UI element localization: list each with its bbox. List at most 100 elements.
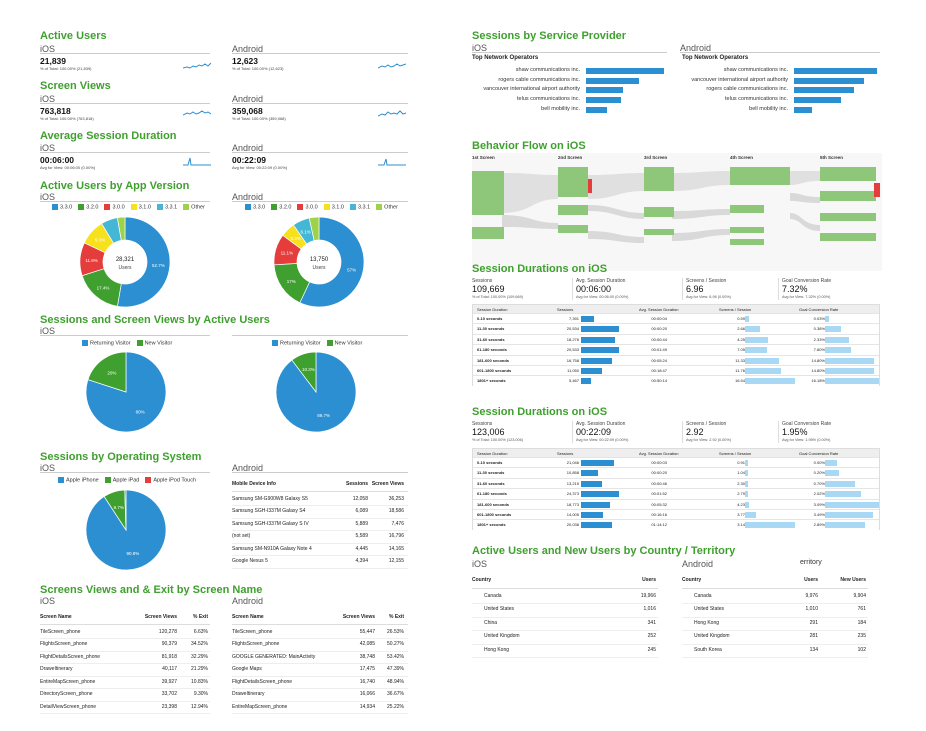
table-row: 1801+ seconds 20,038 01:14:12 3.14 2.89% <box>473 519 879 530</box>
duration-bar <box>745 470 748 477</box>
table-cell: FlightsScreen_phone <box>40 641 88 647</box>
slice-label: 17% <box>287 279 296 284</box>
table-cell: 2.02% <box>813 491 825 497</box>
legend-item: Apple iPod Touch <box>145 477 196 483</box>
table-header-cell: New Users <box>840 577 866 583</box>
table-cell: 10,858 <box>566 470 579 476</box>
legend-label: Apple iPhone <box>66 477 99 484</box>
duration-bar <box>745 357 779 364</box>
app-version-ios-legend: 3.3.0 3.2.0 3.0.0 3.1.0 3.3.1 Other <box>52 204 205 210</box>
table-row: 61-180 seconds 20,533 00:01:49 7.05 7.80% <box>473 344 879 355</box>
legend-label: New Visitor <box>334 340 363 347</box>
legend-item: New Visitor <box>326 340 363 347</box>
visitors-android-pie: 89.7% 10.3% <box>275 351 357 433</box>
table-row: 0-10 seconds 21,046 00:00:03 0.91 0.00% <box>473 457 879 468</box>
table-cell: 6.63% <box>193 628 208 635</box>
provider-label: telus communications inc. <box>725 96 788 103</box>
slice-label: 11.1% <box>281 251 293 256</box>
provider-label: rogers cable communications inc. <box>706 86 788 93</box>
table-row: Samsung SGH-I337M Galaxy S4 6,089 18,586 <box>232 506 408 519</box>
table-row: 31-60 seconds 18,276 00:00:44 4.25 2.33% <box>473 333 879 345</box>
table-cell: 20,534 <box>566 326 579 332</box>
table-cell: DirectoryScreen_phone <box>40 691 93 697</box>
table-cell: 36.67% <box>387 691 404 697</box>
table-row: Samsung SM-N910A Galaxy Note 4 4,445 14,16… <box>232 544 408 556</box>
table-header-cell: Screen Name <box>232 614 264 620</box>
duration-bar <box>825 357 875 364</box>
table-cell: 50.27% <box>387 641 404 647</box>
table-cell: 7,391 <box>568 316 579 321</box>
table-cell: 13,215 <box>566 480 579 486</box>
duration-bar <box>581 480 602 487</box>
kpi-note: % of Total: 100.00% (123,006) <box>472 438 524 442</box>
app-version-ios-donut: 52.7% 17.4% 11.9% 9.3% 28,321 Users <box>79 216 171 308</box>
slice-label: 5.3% <box>291 236 301 241</box>
screens-ios-table: Screen Name Screen Views % Exit TileScreen_… <box>40 612 210 714</box>
table-cell: 53.42% <box>387 653 404 660</box>
kpi-value: 1.95% <box>782 427 808 437</box>
table-cell: 00:00:04 <box>651 316 667 321</box>
table-cell: Google Nexus 5 <box>232 558 268 564</box>
table-cell: EntireMapScreen_phone <box>232 703 288 710</box>
table-cell: 1.04 <box>737 470 745 476</box>
avg-session-android-sparkline <box>378 158 406 166</box>
legend-label: Apple iPad <box>112 477 140 484</box>
duration-bar <box>825 326 842 333</box>
legend-item: 3.0.0 <box>297 204 318 210</box>
donut-center-value: 28,321 <box>116 257 135 263</box>
table-cell: 184 <box>857 619 866 626</box>
table-cell: 9.30% <box>193 691 208 697</box>
legend-swatch <box>272 340 278 346</box>
table-row: DraweItinerary 16,066 36.67% <box>232 689 408 702</box>
slice-label: 11.9% <box>85 258 97 263</box>
table-cell: 1,016 <box>643 606 656 612</box>
kpi-note: % of Total: 100.00% (109,669) <box>472 295 524 299</box>
app-version-title: Active Users by App Version <box>40 180 190 192</box>
table-cell: 24,373 <box>566 491 579 497</box>
os-title: Sessions by Operating System <box>40 451 202 463</box>
table-cell: DraweItinerary <box>232 691 265 697</box>
legend-item: 3.3.1 <box>349 204 371 211</box>
table-cell: 3.49% <box>813 511 825 517</box>
legend-item: Other <box>183 204 205 210</box>
table-cell: 2.79 <box>737 491 745 497</box>
duration-bar <box>581 460 614 466</box>
table-header: Session Duration Sessions Avg. Session Dur… <box>473 305 879 313</box>
table-header-cell: Sessions <box>557 451 574 456</box>
slice-label: 57% <box>347 267 356 272</box>
duration-bar <box>825 367 875 374</box>
visitors-title: Sessions and Screen Views by Active User… <box>40 314 270 326</box>
legend-swatch <box>376 204 383 210</box>
table-cell: 21.29% <box>191 666 208 672</box>
table-header-cell: Country <box>682 577 702 583</box>
avg-session-ios-value: 00:06:00 <box>40 155 75 165</box>
table-header: Country Users <box>472 575 658 589</box>
behavior-flow-diagram: 1st Screen 2nd Screen 3rd Screen 4th Screen… <box>472 153 882 271</box>
table-cell: 55,447 <box>359 628 375 635</box>
table-cell: 11.33 <box>735 357 745 363</box>
screens-android-table: Screen Name Screen Views % Exit TileScreen_… <box>232 612 408 714</box>
table-cell: 81,918 <box>161 653 177 660</box>
duration-bar <box>581 367 602 374</box>
table-cell: 00:16:16 <box>651 511 667 517</box>
legend-item: Apple iPad <box>104 477 140 484</box>
slice-label: 20% <box>107 371 116 376</box>
legend-label: Returning Visitor <box>280 340 321 347</box>
duration-bar <box>581 316 595 322</box>
legend-item: Returning Visitor <box>272 340 321 346</box>
table-cell: 134 <box>809 646 818 653</box>
avg-session-android-note: Avg for View: 00:22:09 (0.00%) <box>232 165 288 170</box>
avg-session-title: Average Session Duration <box>40 130 177 142</box>
duration-bar <box>581 491 619 498</box>
legend-swatch <box>58 477 64 483</box>
slice-label: 8.7% <box>114 505 124 510</box>
table-cell: 18,586 <box>388 508 404 514</box>
table-row: (not set) 5,589 16,796 <box>232 531 408 544</box>
duration-bar <box>825 501 879 508</box>
legend-label: 3.2.0 <box>86 204 99 211</box>
kpi-note: Avg for View: 1.95% (0.00%) <box>782 438 831 442</box>
table-cell: Google Maps <box>232 666 262 672</box>
table-header-cell: % Exit <box>192 614 208 620</box>
legend-label: New Visitor <box>144 340 173 347</box>
legend-label: 3.3.1 <box>357 204 371 211</box>
